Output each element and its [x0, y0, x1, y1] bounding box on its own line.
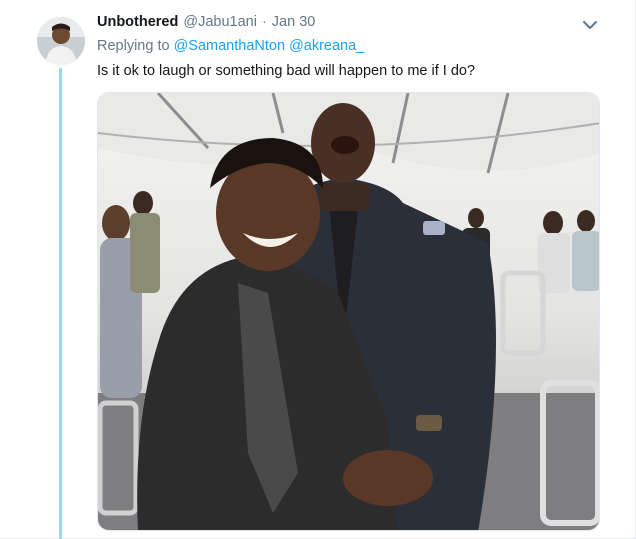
tweet-header: Unbothered @Jabu1ani · Jan 30	[97, 14, 315, 34]
tweet-container: Unbothered @Jabu1ani · Jan 30 Replying t…	[0, 0, 636, 539]
replying-label: Replying to	[97, 38, 170, 54]
mention-link[interactable]: @akreana_	[289, 38, 364, 54]
separator: ·	[261, 14, 267, 30]
thread-line	[59, 68, 62, 539]
tweet-date[interactable]: Jan 30	[272, 14, 316, 30]
author-handle[interactable]: @Jabu1ani	[183, 14, 257, 30]
replying-to: Replying to @SamanthaNton @akreana_	[97, 38, 364, 54]
mention-link[interactable]: @SamanthaNton	[174, 38, 285, 54]
tweet-photo[interactable]	[97, 92, 600, 531]
photo-image	[98, 93, 599, 530]
tweet-text: Is it ok to laugh or something bad will …	[97, 63, 476, 79]
chevron-down-icon[interactable]	[580, 16, 600, 34]
avatar[interactable]	[37, 17, 85, 65]
author-name[interactable]: Unbothered	[97, 14, 178, 30]
